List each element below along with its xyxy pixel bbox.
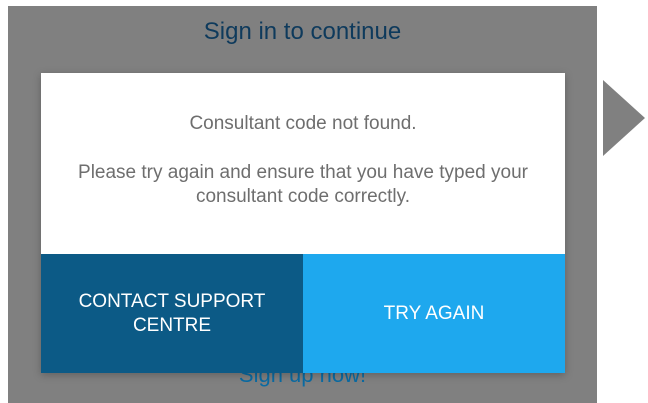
try-again-button[interactable]: TRY AGAIN [303,254,565,373]
sign-in-title: Sign in to continue [203,18,402,45]
app-stage: Sign in to continue Sign up now! Consult… [0,0,648,403]
error-dialog: Consultant code not found. Please try ag… [41,73,565,373]
dialog-button-row: CONTACT SUPPORT CENTRE TRY AGAIN [41,254,565,373]
dialog-message: Please try again and ensure that you hav… [78,162,528,207]
play-arrow-right-icon [603,80,645,156]
contact-support-button[interactable]: CONTACT SUPPORT CENTRE [41,254,303,373]
dialog-title: Consultant code not found. [189,113,417,134]
